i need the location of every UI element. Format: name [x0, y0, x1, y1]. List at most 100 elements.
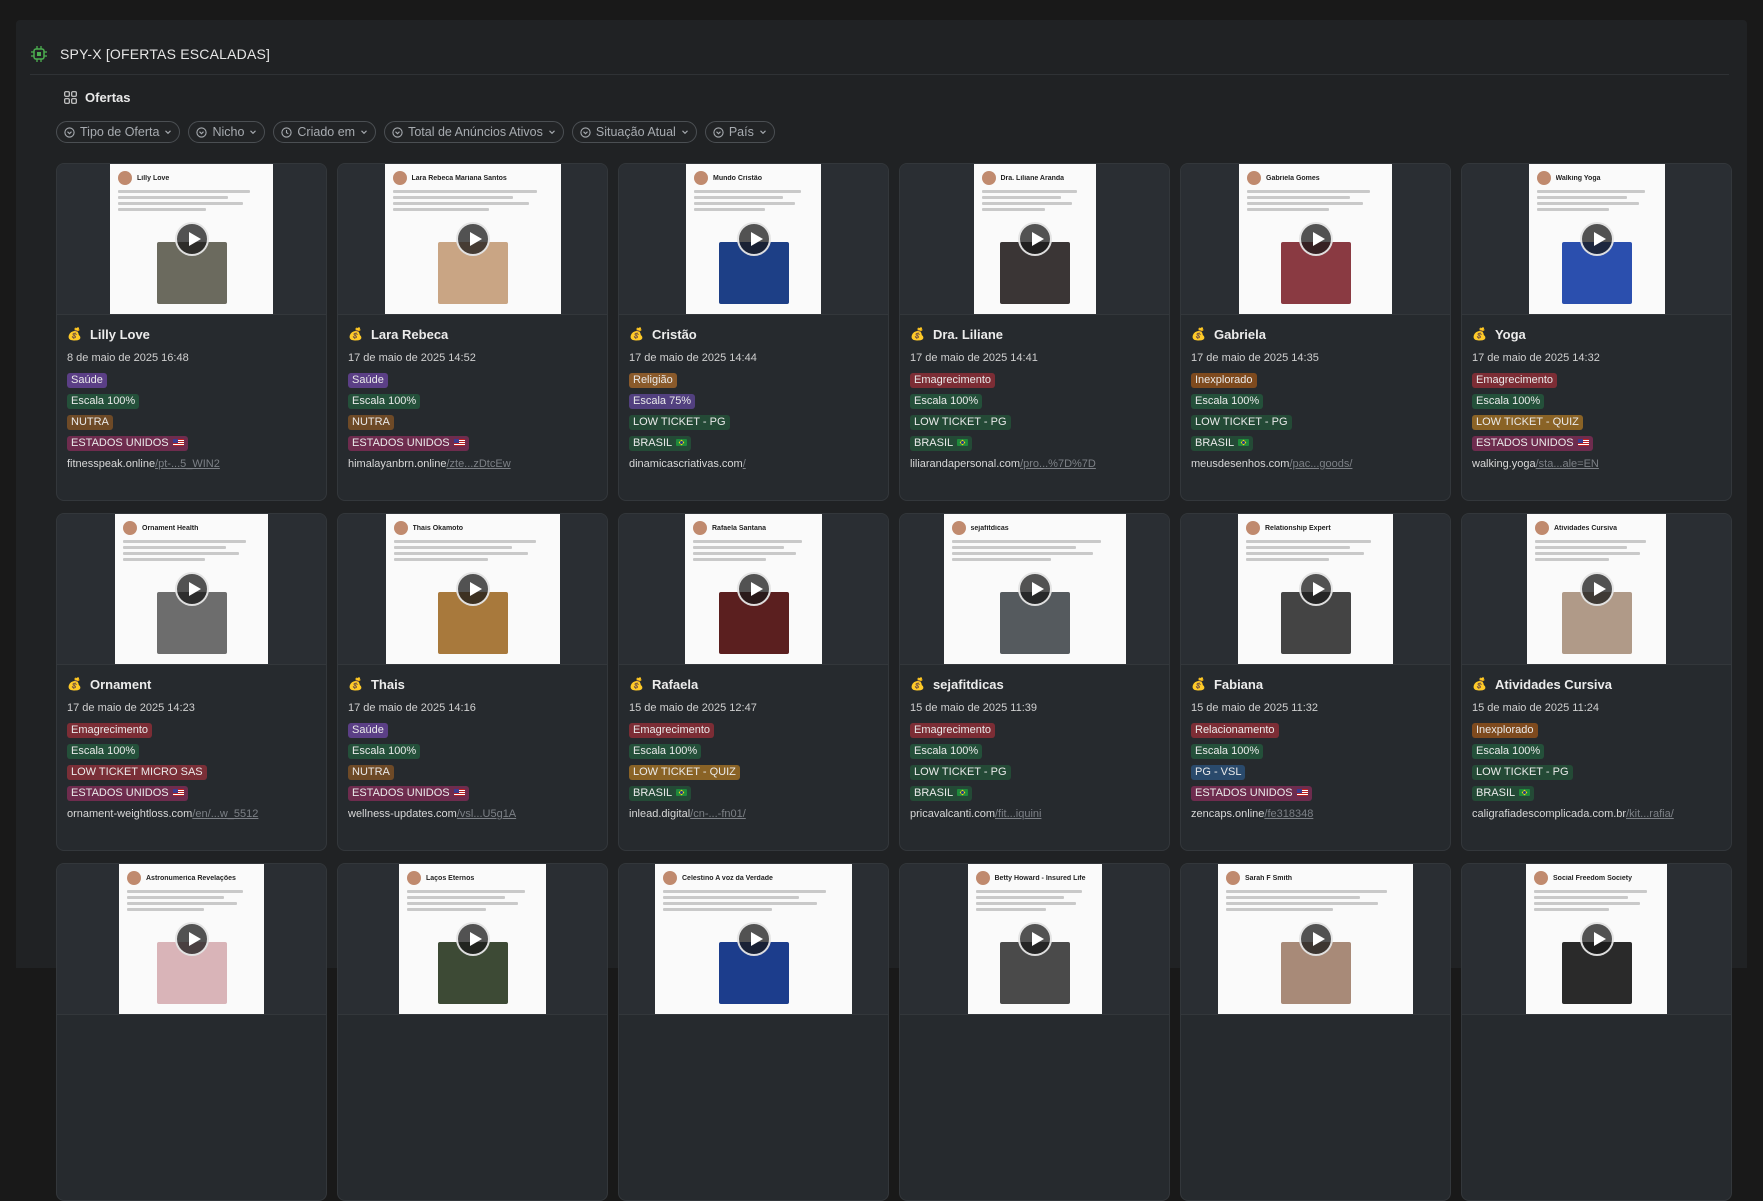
ad-preview[interactable]: Lilly Love	[57, 164, 326, 315]
url-path: /pro...%7D%7D	[1020, 458, 1096, 470]
offer-card[interactable]: Astronumerica Revelações	[56, 863, 327, 1201]
ad-preview[interactable]: Celestino A voz da Verdade	[619, 864, 888, 1015]
offer-card[interactable]: Relationship Expert💰Fabiana15 de maio de…	[1180, 513, 1451, 851]
offer-card[interactable]: sejafitdicas💰sejafitdicas15 de maio de 2…	[899, 513, 1170, 851]
offer-card[interactable]: Gabriela Gomes💰Gabriela17 de maio de 202…	[1180, 163, 1451, 501]
offer-name: Atividades Cursiva	[1495, 677, 1612, 692]
offer-url[interactable]: meusdesenhos.com/pac...goods/	[1191, 458, 1440, 470]
offer-type-tag: LOW TICKET - PG	[910, 765, 1011, 780]
offer-card[interactable]: Celestino A voz da Verdade	[618, 863, 889, 1201]
offer-type-tag-label: LOW TICKET - QUIZ	[1476, 416, 1579, 428]
scale-tag: Escala 100%	[67, 744, 139, 759]
offer-card[interactable]: Atividades Cursiva💰Atividades Cursiva15 …	[1461, 513, 1732, 851]
play-icon[interactable]	[1580, 922, 1614, 956]
offer-url[interactable]: zencaps.online/fe318348	[1191, 808, 1440, 820]
ad-preview[interactable]: Social Freedom Society	[1462, 864, 1731, 1015]
tab-ofertas[interactable]: Ofertas	[64, 82, 131, 112]
country-tag: BRASIL	[1472, 786, 1534, 801]
niche-tag: Saúde	[348, 373, 388, 388]
offer-card[interactable]: Betty Howard - Insured Life	[899, 863, 1170, 1201]
play-icon[interactable]	[1299, 222, 1333, 256]
ad-text-lines	[1226, 890, 1405, 911]
filter-total-de-an-ncios-ativos[interactable]: Total de Anúncios Ativos	[384, 121, 564, 143]
offer-url[interactable]: walking.yoga/sta...ale=EN	[1472, 458, 1721, 470]
niche-tag-label: Inexplorado	[1476, 724, 1534, 736]
country-tag-row: BRASIL	[629, 429, 878, 450]
offer-card[interactable]: Thais Okamoto💰Thais17 de maio de 2025 14…	[337, 513, 608, 851]
filter-criado-em[interactable]: Criado em	[273, 121, 376, 143]
play-icon[interactable]	[456, 222, 490, 256]
offer-card[interactable]: Mundo Cristão💰Cristão17 de maio de 2025 …	[618, 163, 889, 501]
play-icon[interactable]	[1580, 572, 1614, 606]
ad-preview[interactable]: Rafaela Santana	[619, 514, 888, 665]
play-icon[interactable]	[737, 222, 771, 256]
ad-preview[interactable]: Thais Okamoto	[338, 514, 607, 665]
offer-card[interactable]: Rafaela Santana💰Rafaela15 de maio de 202…	[618, 513, 889, 851]
offer-url[interactable]: himalayanbrn.online/zte...zDtcEw	[348, 458, 597, 470]
ad-preview[interactable]: Mundo Cristão	[619, 164, 888, 315]
ad-preview[interactable]: Walking Yoga	[1462, 164, 1731, 315]
avatar	[1534, 871, 1548, 885]
offer-card[interactable]: Dra. Liliane Aranda💰Dra. Liliane17 de ma…	[899, 163, 1170, 501]
scale-tag: Escala 100%	[1191, 394, 1263, 409]
created-date: 17 de maio de 2025 14:32	[1472, 352, 1721, 366]
offer-url[interactable]: dinamicascriativas.com/	[629, 458, 878, 470]
ad-preview[interactable]: sejafitdicas	[900, 514, 1169, 665]
ad-page-name-wrap: Ornament Health	[142, 525, 198, 532]
url-domain: walking.yoga	[1472, 458, 1536, 470]
ad-header: Walking Yoga	[1537, 171, 1657, 185]
ad-preview[interactable]: Relationship Expert	[1181, 514, 1450, 665]
ad-preview[interactable]: Atividades Cursiva	[1462, 514, 1731, 665]
ad-preview[interactable]: Dra. Liliane Aranda	[900, 164, 1169, 315]
play-icon[interactable]	[175, 572, 209, 606]
ad-preview[interactable]: Sarah F Smith	[1181, 864, 1450, 1015]
offer-card[interactable]: Lara Rebeca Mariana Santos💰Lara Rebeca17…	[337, 163, 608, 501]
offer-card[interactable]: Walking Yoga💰Yoga17 de maio de 2025 14:3…	[1461, 163, 1732, 501]
offer-url[interactable]: inlead.digital/cn-...-fn01/	[629, 808, 878, 820]
niche-tag: Emagrecimento	[1472, 373, 1557, 388]
filter-pa-s[interactable]: País	[705, 121, 775, 143]
play-icon[interactable]	[1299, 572, 1333, 606]
ad-text-lines	[407, 890, 538, 911]
offer-card[interactable]: Social Freedom Society	[1461, 863, 1732, 1201]
country-tag: BRASIL	[629, 786, 691, 801]
offer-url[interactable]: wellness-updates.com/vsl...U5g1A	[348, 808, 597, 820]
play-icon[interactable]	[1018, 922, 1052, 956]
play-icon[interactable]	[1018, 572, 1052, 606]
play-icon[interactable]	[1299, 922, 1333, 956]
ad-preview[interactable]: Betty Howard - Insured Life	[900, 864, 1169, 1015]
ad-preview[interactable]: Gabriela Gomes	[1181, 164, 1450, 315]
ad-preview[interactable]: Ornament Health	[57, 514, 326, 665]
play-icon[interactable]	[737, 922, 771, 956]
scale-tag-label: Escala 100%	[1195, 395, 1259, 407]
filter-situa-o-atual[interactable]: Situação Atual	[572, 121, 697, 143]
filter-nicho[interactable]: Nicho	[188, 121, 265, 143]
offer-url[interactable]: ornament-weightloss.com/en/...w_5512	[67, 808, 316, 820]
play-icon[interactable]	[456, 572, 490, 606]
ad-header: sejafitdicas	[952, 521, 1118, 535]
ad-preview[interactable]: Lara Rebeca Mariana Santos	[338, 164, 607, 315]
card-body: 💰Lara Rebeca17 de maio de 2025 14:52Saúd…	[338, 315, 607, 470]
play-icon[interactable]	[1018, 222, 1052, 256]
play-icon[interactable]	[1580, 222, 1614, 256]
offer-card[interactable]: Sarah F Smith	[1180, 863, 1451, 1201]
offer-card[interactable]: Laços Eternos	[337, 863, 608, 1201]
play-icon[interactable]	[456, 922, 490, 956]
ad-preview[interactable]: Astronumerica Revelações	[57, 864, 326, 1015]
ad-preview[interactable]: Laços Eternos	[338, 864, 607, 1015]
play-icon[interactable]	[175, 922, 209, 956]
offer-url[interactable]: pricavalcanti.com/fit...iquini	[910, 808, 1159, 820]
offer-url[interactable]: caligrafiadescomplicada.com.br/kit...raf…	[1472, 808, 1721, 820]
scale-tag-label: Escala 100%	[914, 395, 978, 407]
offer-card[interactable]: Lilly Love💰Lilly Love8 de maio de 2025 1…	[56, 163, 327, 501]
play-icon[interactable]	[175, 222, 209, 256]
country-tag-label: BRASIL	[1476, 787, 1515, 799]
ad-creative: Social Freedom Society	[1526, 864, 1667, 1014]
play-icon[interactable]	[737, 572, 771, 606]
ad-page-name: Betty Howard - Insured Life	[995, 875, 1086, 882]
offer-url[interactable]: fitnesspeak.online/pt-...5_WIN2	[67, 458, 316, 470]
offer-url[interactable]: liliarandapersonal.com/pro...%7D%7D	[910, 458, 1159, 470]
scale-tag-label: Escala 100%	[352, 745, 416, 757]
filter-tipo-de-oferta[interactable]: Tipo de Oferta	[56, 121, 180, 143]
offer-card[interactable]: Ornament Health💰Ornament17 de maio de 20…	[56, 513, 327, 851]
